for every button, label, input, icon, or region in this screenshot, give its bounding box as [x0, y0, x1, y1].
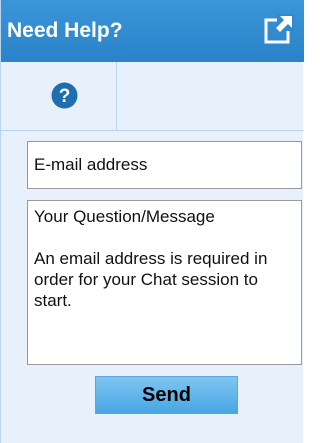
email-field[interactable]	[27, 141, 302, 189]
popout-window-icon[interactable]	[264, 14, 294, 44]
tab-row: ?	[1, 62, 304, 131]
widget-header: Need Help?	[1, 0, 304, 62]
widget-title: Need Help?	[7, 19, 123, 42]
svg-text:?: ?	[59, 86, 71, 107]
send-button[interactable]: Send	[95, 376, 238, 414]
tab-help[interactable]: ?	[1, 62, 117, 130]
chat-help-widget: Need Help? ? Send	[0, 0, 304, 443]
question-mark-icon: ?	[51, 82, 78, 109]
message-field[interactable]	[27, 200, 302, 365]
